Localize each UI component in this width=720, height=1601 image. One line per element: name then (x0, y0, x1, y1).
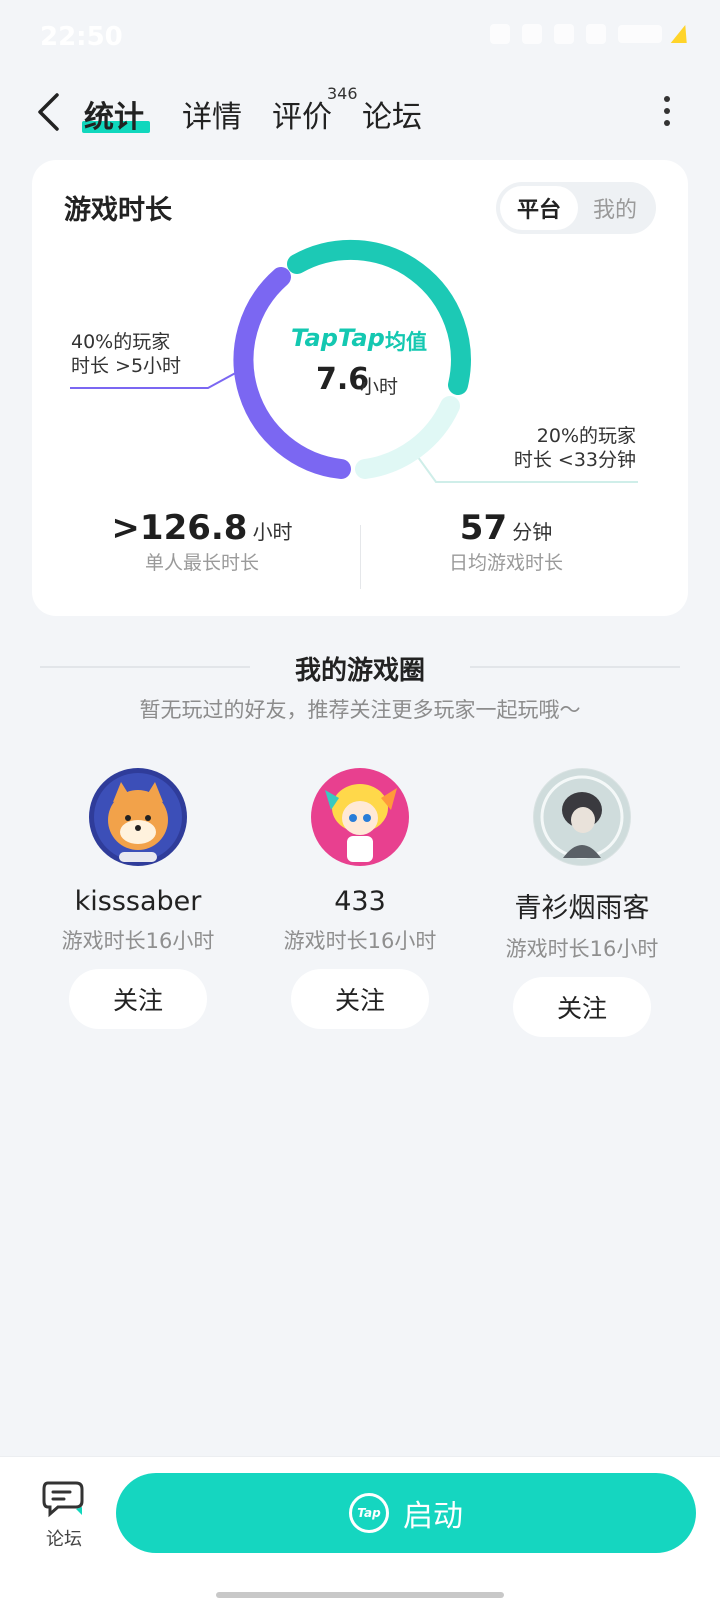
average-unit: 小时 (360, 376, 399, 398)
friend-card: 433 游戏时长16小时 关注 (250, 768, 470, 1029)
shiba-dog-avatar-icon (94, 773, 182, 862)
left-annotation: 40%的玩家 时长 >5小时 (71, 330, 181, 378)
tab-details[interactable]: 详情 (182, 92, 242, 136)
friend-avatar[interactable] (311, 768, 409, 866)
friend-card: 青衫烟雨客 游戏时长16小时 关注 (472, 768, 692, 1037)
game-circle-title: 我的游戏圈 (294, 656, 425, 686)
left-annotation-line2: 时长 >5小时 (71, 355, 182, 377)
launch-icon-text: Tap (357, 1506, 381, 1520)
daily-playtime-label: 日均游戏时长 (448, 552, 563, 574)
anime-girl-avatar-icon (312, 769, 408, 865)
average-label: 均值 (385, 330, 427, 354)
forum-chat-icon (42, 1481, 84, 1518)
right-annotation-line1: 20%的玩家 (536, 425, 636, 447)
more-dot-icon (664, 96, 670, 102)
donut-segment-light (355, 396, 460, 479)
right-annotation: 20%的玩家 时长 <33分钟 (512, 424, 636, 472)
stats-divider (360, 525, 361, 589)
bluetooth-icon (522, 24, 542, 44)
friend-name: 青衫烟雨客 (514, 893, 650, 924)
daily-playtime-value: 57 (459, 508, 508, 548)
forum-button[interactable]: 论坛 (36, 1479, 92, 1551)
game-circle-subtitle: 暂无玩过的好友，推荐关注更多玩家一起玩哦～ (139, 698, 581, 722)
max-playtime-stat: >126.8 小时 单人最长时长 (62, 508, 342, 575)
more-dot-icon (664, 108, 670, 114)
chevron-left-icon (38, 93, 59, 131)
daily-playtime-stat: 57 分钟 日均游戏时长 (366, 508, 646, 575)
friend-avatar[interactable] (89, 768, 187, 866)
tab-forum[interactable]: 论坛 (362, 92, 422, 136)
right-annotation-line2: 时长 <33分钟 (513, 449, 636, 471)
taptap-logo: TapTap (291, 324, 385, 352)
more-options-button[interactable] (660, 96, 674, 126)
status-icons (490, 24, 694, 44)
launch-label: 启动 (403, 1499, 463, 1534)
left-annotation-line1: 40%的玩家 (71, 331, 171, 353)
signal-icon (554, 24, 574, 44)
follow-button[interactable]: 关注 (291, 969, 429, 1029)
wifi-icon (586, 24, 606, 44)
battery-icon (618, 25, 662, 43)
max-playtime-value: >126.8 (111, 508, 248, 548)
friend-name: 433 (334, 886, 386, 917)
vibrate-icon (490, 24, 510, 44)
reviews-count-badge: 346 (327, 84, 358, 103)
friend-name: kisssaber (74, 886, 202, 917)
bottom-action-bar: 论坛 Tap 启动 (0, 1456, 720, 1601)
friend-playtime: 游戏时长16小时 (505, 937, 659, 961)
max-playtime-label: 单人最长时长 (144, 552, 259, 574)
tab-stats[interactable]: 统计 (84, 92, 144, 136)
follow-button[interactable]: 关注 (69, 969, 207, 1029)
back-button[interactable] (26, 84, 70, 140)
launch-game-button[interactable]: Tap 启动 (116, 1473, 696, 1553)
status-time: 22:50 (40, 22, 123, 52)
taptap-launch-icon: Tap (349, 1493, 389, 1533)
more-dot-icon (664, 120, 670, 126)
friend-card: kisssaber 游戏时长16小时 关注 (28, 768, 248, 1029)
forum-label: 论坛 (46, 1529, 82, 1550)
dark-hair-character-avatar-icon (534, 769, 630, 865)
home-indicator[interactable] (216, 1592, 504, 1598)
charging-icon (670, 25, 694, 43)
friend-playtime: 游戏时长16小时 (61, 929, 215, 953)
playtime-card: 游戏时长 平台 我的 40%的玩家 时长 >5小时 20%的玩家 时长 <33分… (32, 160, 688, 616)
friend-avatar[interactable] (533, 768, 631, 866)
tab-reviews[interactable]: 评价 (272, 92, 332, 136)
daily-playtime-unit: 分钟 (512, 520, 553, 544)
follow-button[interactable]: 关注 (513, 977, 651, 1037)
max-playtime-unit: 小时 (252, 520, 293, 544)
friend-playtime: 游戏时长16小时 (283, 929, 437, 953)
